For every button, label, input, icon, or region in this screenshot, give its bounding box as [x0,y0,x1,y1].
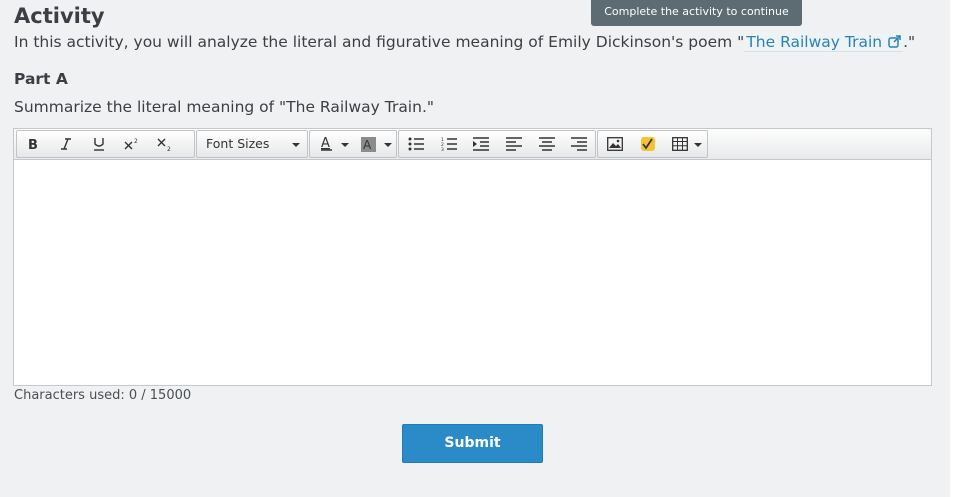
insert-image-button[interactable] [598,131,631,157]
subscript-button[interactable]: 2 [149,131,181,157]
activity-page: Activity Complete the activity to contin… [0,0,950,497]
intro-text-after: ." [903,33,916,51]
align-center-button[interactable] [530,131,563,157]
character-count: Characters used: 0 / 15000 [14,388,192,403]
intro-text-before: In this activity, you will analyze the l… [14,33,745,51]
font-size-select[interactable]: Font Sizes [197,131,307,157]
format-button-group: B 2 2 [16,130,195,158]
bullet-list-button[interactable] [399,131,432,157]
underline-button[interactable] [83,131,115,157]
svg-text:2: 2 [167,146,171,151]
page-edge [950,0,958,497]
chevron-down-icon [341,143,349,147]
numbered-list-icon: 123 [441,137,457,151]
poem-link-label: The Railway Train [746,33,883,51]
paragraph-group: 123 [398,130,596,158]
underline-icon [92,137,106,151]
align-left-button[interactable] [497,131,530,157]
intro-text: In this activity, you will analyze the l… [14,33,916,52]
font-size-label: Font Sizes [206,136,270,151]
poem-link[interactable]: The Railway Train [744,33,904,52]
external-link-icon [888,34,901,48]
text-color-button[interactable]: A [310,131,352,157]
insert-table-button[interactable] [664,131,708,157]
svg-text:3: 3 [441,147,444,151]
editor-text-area[interactable] [14,160,931,385]
question-prompt: Summarize the literal meaning of "The Ra… [14,98,434,116]
subscript-icon: 2 [157,137,173,151]
math-icon [640,136,656,152]
chevron-down-icon [292,143,300,147]
table-icon [672,137,688,151]
numbered-list-button[interactable]: 123 [432,131,465,157]
background-color-icon: A [361,137,376,152]
completion-tooltip: Complete the activity to continue [591,0,802,26]
bold-icon: B [26,137,40,151]
align-center-icon [538,137,555,151]
bold-button[interactable]: B [17,131,49,157]
chevron-down-icon [694,143,702,147]
svg-text:A: A [363,138,372,152]
align-right-button[interactable] [563,131,595,157]
align-right-icon [571,137,587,151]
background-color-button[interactable]: A [353,131,397,157]
text-color-icon: A [320,136,334,152]
part-a-heading: Part A [14,70,68,88]
align-left-icon [505,137,522,151]
bullet-list-icon [408,137,424,151]
image-icon [606,137,623,151]
superscript-button[interactable]: 2 [116,131,148,157]
page-title: Activity [14,4,105,28]
insert-group [597,130,708,158]
superscript-icon: 2 [124,137,140,151]
color-group: A A [309,130,397,158]
editor-toolbar: B 2 2 Font Sizes A A 1 2 3 [14,129,931,160]
indent-button[interactable] [465,131,497,157]
insert-math-button[interactable] [631,131,664,157]
svg-text:A: A [321,136,330,151]
italic-button[interactable] [50,131,82,157]
svg-text:2: 2 [134,138,138,145]
indent-icon [473,137,489,151]
svg-text:B: B [28,138,38,151]
rich-text-editor: B 2 2 Font Sizes A A 1 2 3 [13,128,932,386]
italic-icon [59,137,73,151]
submit-button[interactable]: Submit [402,424,543,463]
font-size-group: Font Sizes [196,130,308,158]
chevron-down-icon [384,143,392,147]
